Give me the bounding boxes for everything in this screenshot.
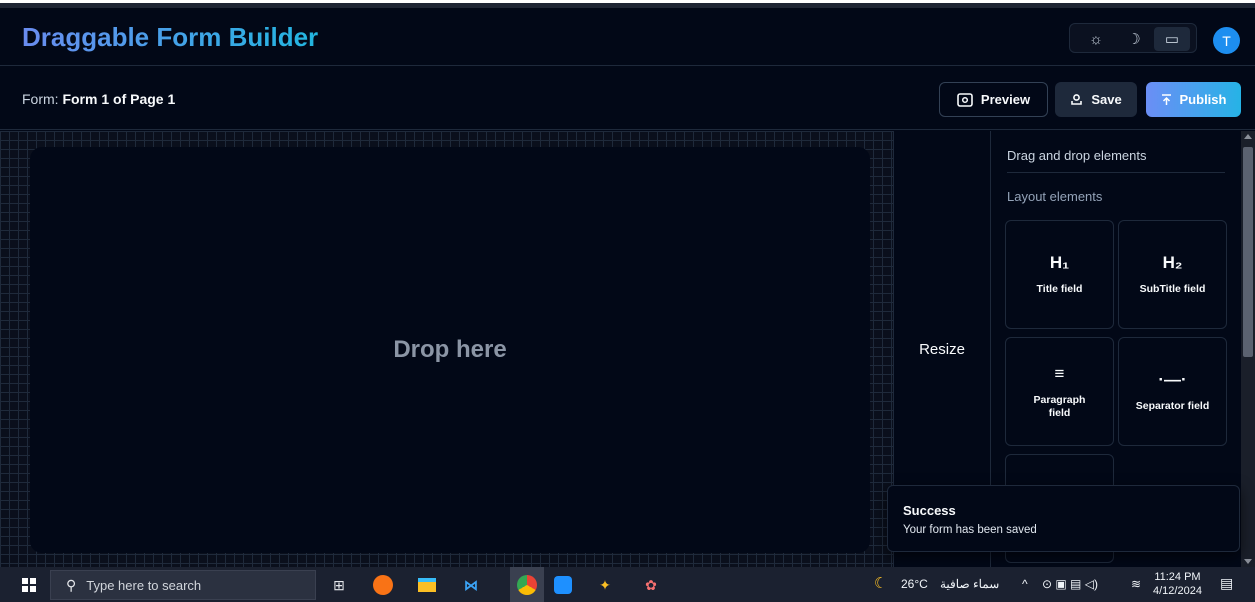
avatar[interactable]: T: [1213, 27, 1240, 54]
toast-description: Your form has been saved: [903, 524, 1037, 536]
designer-canvas: Drop here: [0, 131, 893, 567]
save-icon: [1071, 94, 1083, 105]
file-explorer-icon[interactable]: [414, 572, 440, 598]
tray-chevron-icon[interactable]: ^: [1022, 577, 1028, 591]
form-label: Form: Form 1 of Page 1: [22, 91, 176, 107]
heading2-icon: H₂: [1162, 253, 1183, 272]
tray-icons[interactable]: ⊙ ▣ ▤ ◁): [1042, 577, 1098, 591]
form-toolbar: Form: Form 1 of Page 1 Preview Save Publ…: [0, 67, 1255, 130]
theme-switcher: ☼ ☽ ▭: [1069, 23, 1197, 53]
drop-zone[interactable]: Drop here: [30, 147, 870, 553]
weather-moon-icon: ☾: [874, 575, 888, 592]
preview-button[interactable]: Preview: [939, 82, 1048, 117]
title-field-tile[interactable]: H₁ Title field: [1005, 220, 1114, 329]
vscode-icon[interactable]: ⋈: [458, 572, 484, 598]
resize-label: Resize: [919, 340, 965, 358]
paragraph-field-tile[interactable]: ≡ Paragraph field: [1005, 337, 1114, 446]
weather-temp[interactable]: 26°C: [901, 577, 928, 591]
toast-title: Success: [903, 503, 956, 518]
app-blue-icon[interactable]: [550, 572, 576, 598]
windows-taskbar: ⚲ Type here to search ⊞ ⋈ ✦ ✿ ☾ 26°C سما…: [0, 567, 1255, 602]
upload-icon: [1161, 93, 1171, 105]
brave-browser-icon[interactable]: [370, 572, 396, 598]
taskbar-search[interactable]: ⚲ Type here to search: [50, 570, 316, 600]
app-yellow-icon[interactable]: ✦: [592, 572, 618, 598]
task-view-icon[interactable]: ⊞: [326, 572, 352, 598]
weather-desc[interactable]: سماء صافية: [940, 577, 999, 591]
scroll-up-arrow-icon[interactable]: [1244, 134, 1252, 139]
separator-field-tile[interactable]: ·—· Separator field: [1118, 337, 1227, 446]
success-toast: Success Your form has been saved: [887, 485, 1240, 552]
search-placeholder: Type here to search: [86, 577, 202, 593]
scroll-thumb[interactable]: [1243, 147, 1253, 357]
system-clock[interactable]: 11:24 PM 4/12/2024: [1153, 570, 1202, 598]
notifications-icon[interactable]: ▤: [1220, 575, 1233, 592]
window-top-strip: [0, 0, 1255, 8]
save-button[interactable]: Save: [1055, 82, 1137, 117]
moon-icon[interactable]: ☽: [1116, 27, 1152, 51]
wifi-icon[interactable]: ≋: [1131, 577, 1141, 591]
form-name: Form 1 of Page 1: [62, 91, 176, 107]
app-pink-icon[interactable]: ✿: [638, 572, 664, 598]
app-title: Draggable Form Builder: [22, 22, 319, 52]
sidebar-title: Drag and drop elements: [1007, 148, 1147, 163]
monitor-icon[interactable]: ▭: [1154, 27, 1190, 51]
section-heading: Layout elements: [1007, 189, 1103, 204]
app-header: Draggable Form Builder ☼ ☽ ▭ T: [0, 8, 1255, 66]
publish-button[interactable]: Publish: [1146, 82, 1241, 117]
heading1-icon: H₁: [1049, 253, 1070, 272]
divider: [1007, 172, 1225, 173]
scroll-down-arrow-icon[interactable]: [1244, 559, 1252, 564]
paragraph-icon: ≡: [1054, 363, 1065, 383]
subtitle-field-tile[interactable]: H₂ SubTitle field: [1118, 220, 1227, 329]
eye-icon: [957, 92, 973, 107]
windows-start-icon[interactable]: [22, 578, 36, 592]
sidebar-scrollbar[interactable]: [1241, 131, 1255, 567]
chrome-icon[interactable]: [514, 572, 540, 598]
search-icon: ⚲: [66, 576, 77, 593]
drop-here-text: Drop here: [393, 336, 507, 363]
sun-icon[interactable]: ☼: [1078, 27, 1114, 51]
separator-icon: ·—·: [1158, 370, 1187, 389]
